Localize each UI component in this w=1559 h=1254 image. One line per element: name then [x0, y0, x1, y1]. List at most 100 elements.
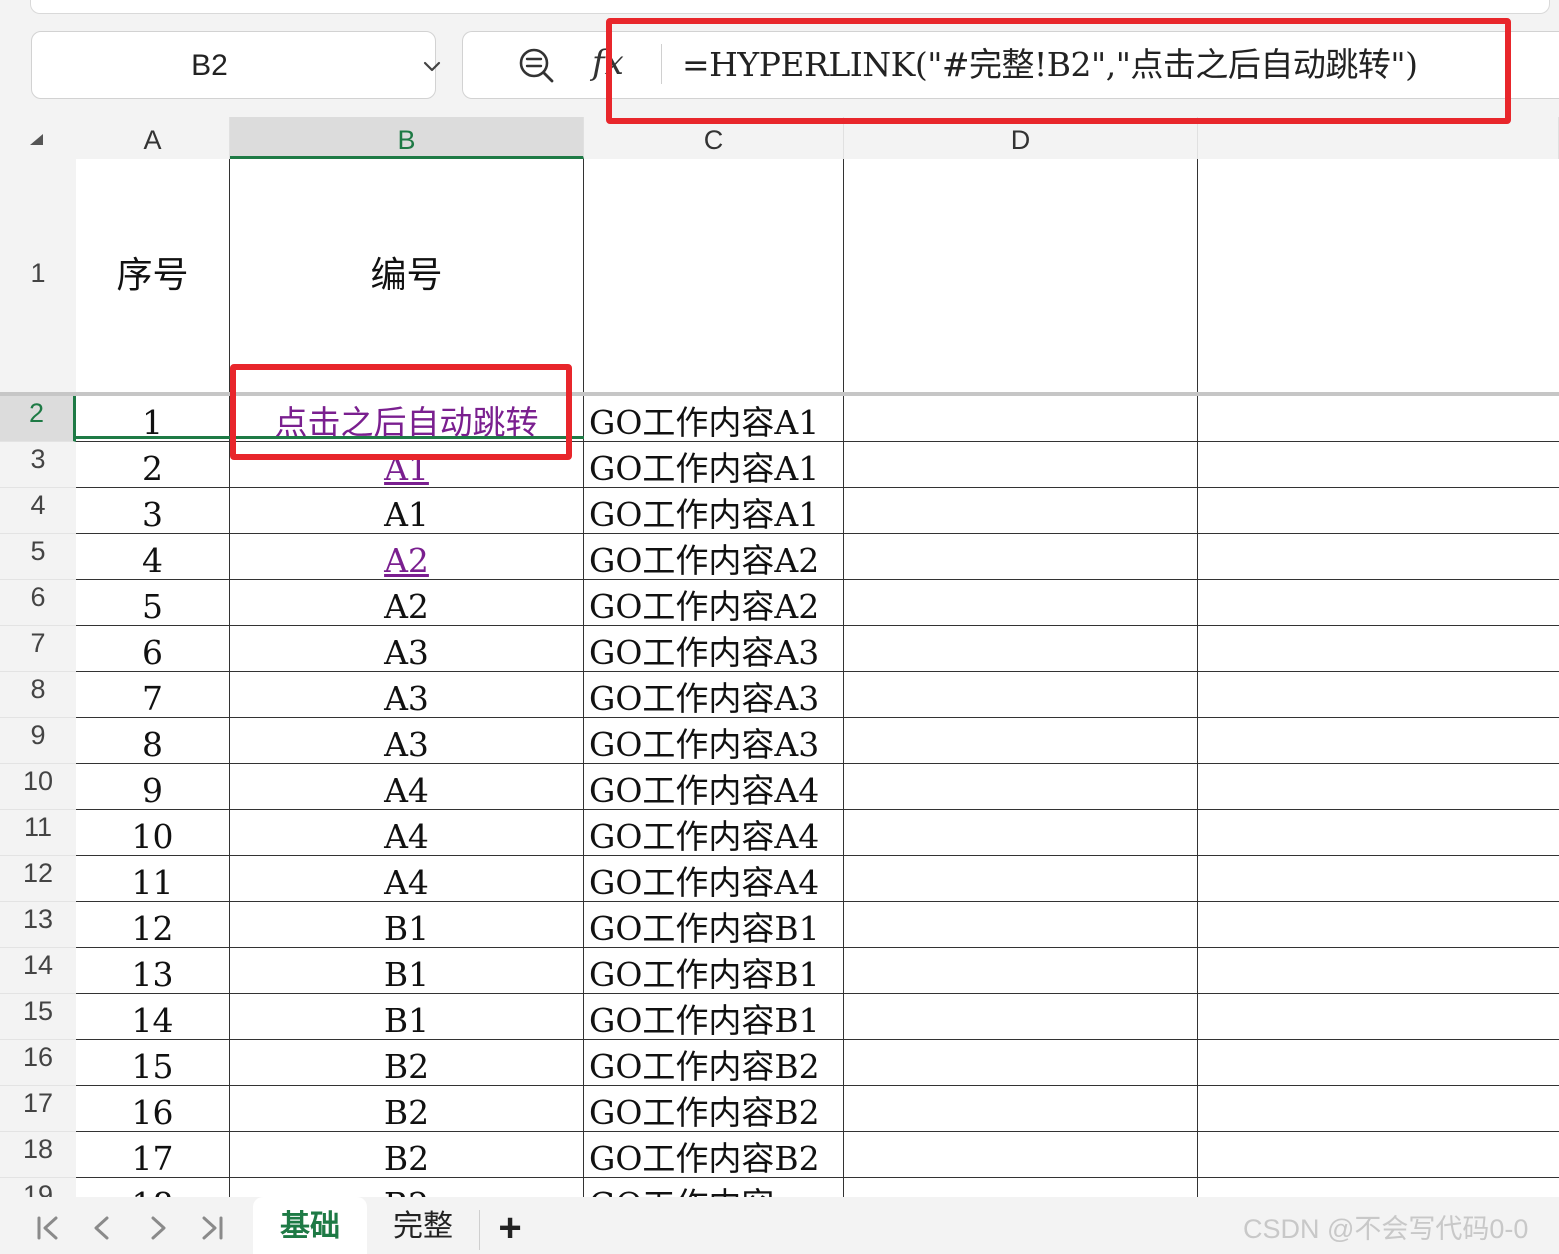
prev-sheet-icon[interactable]: [84, 1210, 120, 1246]
cell-a8[interactable]: 7: [76, 672, 230, 718]
add-sheet-icon[interactable]: +: [490, 1208, 530, 1248]
cell-b7[interactable]: A3: [230, 626, 584, 672]
cell-c1[interactable]: [584, 159, 844, 393]
cell-e14[interactable]: [1198, 948, 1559, 994]
cell-d6[interactable]: [844, 580, 1198, 626]
column-header-c[interactable]: C: [584, 117, 844, 159]
cell-b5[interactable]: A2: [230, 534, 584, 580]
cell-a18[interactable]: 17: [76, 1132, 230, 1178]
row-header-11[interactable]: 11: [0, 810, 76, 856]
cell-e15[interactable]: [1198, 994, 1559, 1040]
name-box[interactable]: B2: [31, 31, 441, 100]
cell-c17[interactable]: GO工作内容B2: [584, 1086, 844, 1132]
cell-a15[interactable]: 14: [76, 994, 230, 1040]
cell-b16[interactable]: B2: [230, 1040, 584, 1086]
cell-e18[interactable]: [1198, 1132, 1559, 1178]
cell-a16[interactable]: 15: [76, 1040, 230, 1086]
cell-b19[interactable]: B2: [230, 1178, 584, 1197]
column-header-d[interactable]: D: [844, 117, 1198, 159]
row-header-14[interactable]: 14: [0, 948, 76, 994]
cell-c10[interactable]: GO工作内容A4: [584, 764, 844, 810]
cell-a9[interactable]: 8: [76, 718, 230, 764]
select-all-triangle-icon[interactable]: [30, 134, 43, 145]
cell-a17[interactable]: 16: [76, 1086, 230, 1132]
cell-a10[interactable]: 9: [76, 764, 230, 810]
cell-b13[interactable]: B1: [230, 902, 584, 948]
cell-d13[interactable]: [844, 902, 1198, 948]
cell-c12[interactable]: GO工作内容A4: [584, 856, 844, 902]
cell-e17[interactable]: [1198, 1086, 1559, 1132]
cell-e3[interactable]: [1198, 442, 1559, 488]
cell-b12[interactable]: A4: [230, 856, 584, 902]
cell-e10[interactable]: [1198, 764, 1559, 810]
cell-d16[interactable]: [844, 1040, 1198, 1086]
cell-c11[interactable]: GO工作内容A4: [584, 810, 844, 856]
row-header-16[interactable]: 16: [0, 1040, 76, 1086]
name-box-value[interactable]: B2: [32, 32, 387, 100]
cell-c7[interactable]: GO工作内容A3: [584, 626, 844, 672]
cell-b18[interactable]: B2: [230, 1132, 584, 1178]
cell-a14[interactable]: 13: [76, 948, 230, 994]
cell-a13[interactable]: 12: [76, 902, 230, 948]
cell-d2[interactable]: [844, 396, 1198, 442]
row-header-8[interactable]: 8: [0, 672, 76, 718]
row-header-17[interactable]: 17: [0, 1086, 76, 1132]
column-header-b[interactable]: B: [230, 117, 584, 159]
cell-c8[interactable]: GO工作内容A3: [584, 672, 844, 718]
row-header-4[interactable]: 4: [0, 488, 76, 534]
row-header-9[interactable]: 9: [0, 718, 76, 764]
cell-d11[interactable]: [844, 810, 1198, 856]
row-header-5[interactable]: 5: [0, 534, 76, 580]
cell-d12[interactable]: [844, 856, 1198, 902]
cell-d3[interactable]: [844, 442, 1198, 488]
column-header-e[interactable]: [1198, 117, 1559, 159]
cell-e19[interactable]: [1198, 1178, 1559, 1197]
cell-a7[interactable]: 6: [76, 626, 230, 672]
cell-d18[interactable]: [844, 1132, 1198, 1178]
cell-e2[interactable]: [1198, 396, 1559, 442]
cell-d9[interactable]: [844, 718, 1198, 764]
cell-d10[interactable]: [844, 764, 1198, 810]
formula-input[interactable]: =HYPERLINK("#完整!B2","点击之后自动跳转"): [682, 40, 1418, 90]
next-sheet-icon[interactable]: [140, 1210, 176, 1246]
cell-e5[interactable]: [1198, 534, 1559, 580]
cell-c6[interactable]: GO工作内容A2: [584, 580, 844, 626]
cell-c13[interactable]: GO工作内容B1: [584, 902, 844, 948]
cell-c4[interactable]: GO工作内容A1: [584, 488, 844, 534]
fx-icon[interactable]: fx: [592, 40, 634, 86]
cell-e9[interactable]: [1198, 718, 1559, 764]
cell-b9[interactable]: A3: [230, 718, 584, 764]
cell-d19[interactable]: [844, 1178, 1198, 1197]
cell-d8[interactable]: [844, 672, 1198, 718]
spreadsheet-grid[interactable]: A B C D 1 序号 编号 2 1 点击之后自动跳转 GO工作内容A1 3 2 A1 GO工作内容A1 4…: [0, 117, 1559, 1197]
row-header-7[interactable]: 7: [0, 626, 76, 672]
cell-b1[interactable]: 编号: [230, 159, 584, 393]
cell-e16[interactable]: [1198, 1040, 1559, 1086]
cell-e6[interactable]: [1198, 580, 1559, 626]
cell-b14[interactable]: B1: [230, 948, 584, 994]
cell-b11[interactable]: A4: [230, 810, 584, 856]
cell-c3[interactable]: GO工作内容A1: [584, 442, 844, 488]
row-header-18[interactable]: 18: [0, 1132, 76, 1178]
row-header-6[interactable]: 6: [0, 580, 76, 626]
row-header-10[interactable]: 10: [0, 764, 76, 810]
cell-b10[interactable]: A4: [230, 764, 584, 810]
cell-d17[interactable]: [844, 1086, 1198, 1132]
cell-b8[interactable]: A3: [230, 672, 584, 718]
cell-c18[interactable]: GO工作内容B2: [584, 1132, 844, 1178]
sheet-tab-wanzheng[interactable]: 完整: [367, 1197, 479, 1254]
cell-e7[interactable]: [1198, 626, 1559, 672]
row-header-3[interactable]: 3: [0, 442, 76, 488]
cell-e12[interactable]: [1198, 856, 1559, 902]
cell-d7[interactable]: [844, 626, 1198, 672]
cell-d14[interactable]: [844, 948, 1198, 994]
cell-e8[interactable]: [1198, 672, 1559, 718]
column-header-a[interactable]: A: [76, 117, 230, 159]
cell-e4[interactable]: [1198, 488, 1559, 534]
row-header-1[interactable]: 1: [0, 159, 76, 393]
cell-b3[interactable]: A1: [230, 442, 584, 488]
row-header-12[interactable]: 12: [0, 856, 76, 902]
cell-c2[interactable]: GO工作内容A1: [584, 396, 844, 442]
cell-c9[interactable]: GO工作内容A3: [584, 718, 844, 764]
cell-b15[interactable]: B1: [230, 994, 584, 1040]
